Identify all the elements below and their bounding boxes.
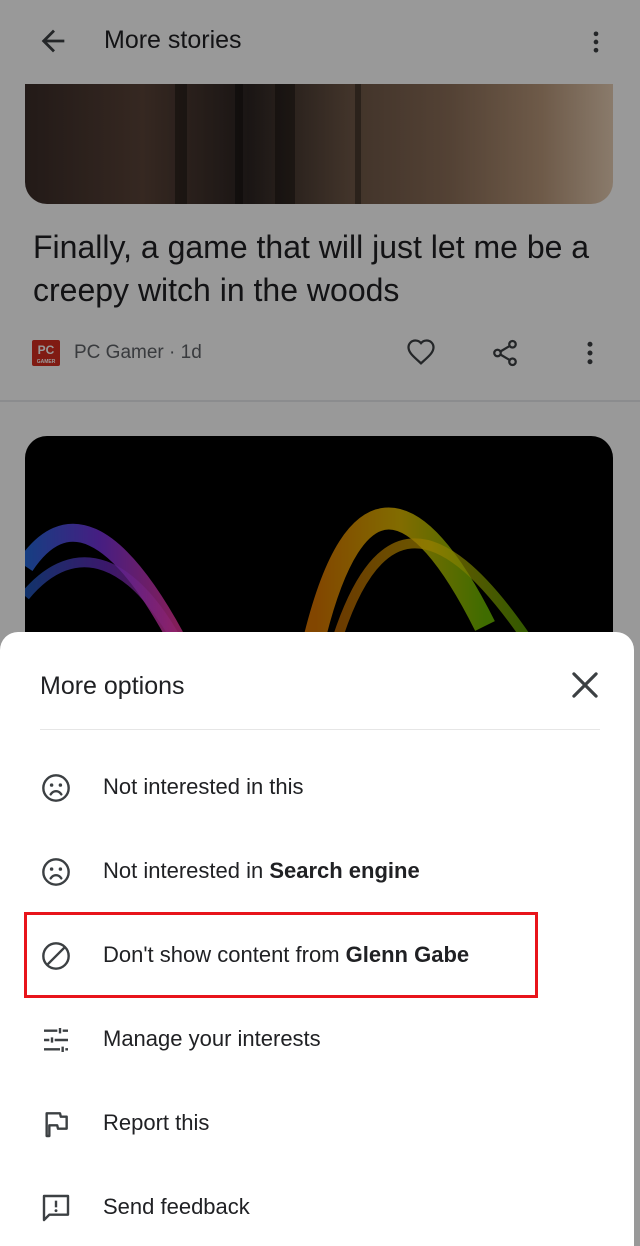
option-label: Send feedback xyxy=(103,1194,250,1219)
tune-icon xyxy=(44,1028,68,1052)
sad-face-icon xyxy=(42,858,70,886)
more-options-sheet: More options Not interested in this Not … xyxy=(0,632,634,1246)
option-label: Don't show content from Glenn Gabe xyxy=(103,942,470,967)
feedback-icon xyxy=(42,1194,70,1222)
flag-icon xyxy=(45,1112,68,1138)
option-label: Not interested in this xyxy=(103,774,304,799)
sheet-title: More options xyxy=(40,672,185,700)
option-label: Report this xyxy=(103,1110,210,1135)
sad-face-icon xyxy=(42,774,70,802)
sheet-divider xyxy=(40,729,600,730)
option-manage-interests[interactable]: Manage your interests xyxy=(0,1010,634,1070)
option-report[interactable]: Report this xyxy=(0,1094,634,1154)
option-not-interested[interactable]: Not interested in this xyxy=(0,758,634,818)
option-send-feedback[interactable]: Send feedback xyxy=(0,1178,634,1238)
option-label: Not interested in Search engine xyxy=(103,858,420,883)
option-label: Manage your interests xyxy=(103,1026,321,1051)
block-icon xyxy=(42,942,70,970)
option-not-interested-source[interactable]: Not interested in Search engine xyxy=(0,842,634,902)
close-icon[interactable] xyxy=(566,666,604,704)
option-dont-show-content[interactable]: Don't show content from Glenn Gabe xyxy=(0,926,634,986)
